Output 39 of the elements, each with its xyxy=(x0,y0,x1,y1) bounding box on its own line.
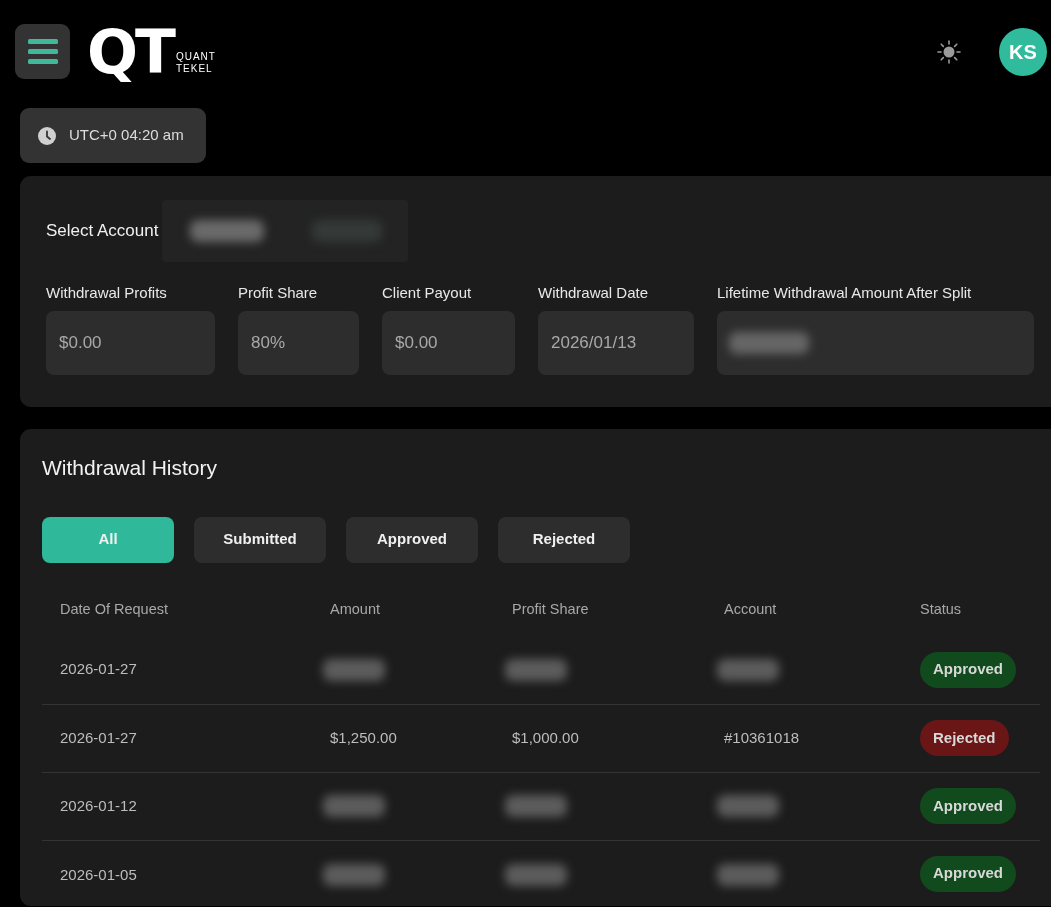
status-badge: Approved xyxy=(920,855,1016,892)
table-cell: 2026-01-05 xyxy=(42,839,312,898)
column-header: Status xyxy=(919,600,963,620)
column-header: Amount xyxy=(329,600,381,620)
filter-tab[interactable]: Submitted xyxy=(194,516,326,563)
input-field[interactable]: $0.00 xyxy=(46,310,215,375)
filter-tab[interactable]: Approved xyxy=(346,516,478,563)
logo-mark: QT xyxy=(87,19,173,84)
input-field[interactable]: 80% xyxy=(238,310,359,375)
field-label: Profit Share xyxy=(238,283,319,303)
clock-icon xyxy=(38,126,56,145)
field-label: Lifetime Withdrawal Amount After Split xyxy=(717,283,973,303)
clock-text: UTC+0 04:20 am xyxy=(69,125,184,146)
logo-subtitle: QUANT TEKEL xyxy=(175,51,216,75)
table-cell: $1,250.00 xyxy=(312,703,494,772)
table-cell: #10361018 xyxy=(706,703,902,772)
status-badge: Rejected xyxy=(920,720,1009,756)
field-label: Withdrawal Profits xyxy=(46,283,168,303)
table-cell: 2026-01-27 xyxy=(42,703,312,772)
account-select-field[interactable] xyxy=(162,200,409,262)
filter-tab[interactable]: Rejected xyxy=(498,516,630,563)
menu-button[interactable] xyxy=(15,24,70,79)
table-cell: 2026-01-12 xyxy=(42,771,312,840)
table-cell-text: 2026-01-27 xyxy=(59,659,138,680)
column-header: Profit Share xyxy=(511,600,590,620)
input-field[interactable]: $0.00 xyxy=(382,310,515,375)
sun-icon[interactable] xyxy=(937,39,961,64)
column-header: Date Of Request xyxy=(59,600,169,620)
field-label: Client Payout xyxy=(382,283,473,303)
input-field[interactable] xyxy=(717,310,1034,375)
section-title: Withdrawal History xyxy=(42,454,219,481)
column-header: Account xyxy=(723,600,778,620)
menu-icon xyxy=(27,39,58,64)
status-badge: Approved xyxy=(920,651,1016,688)
field-label: Withdrawal Date xyxy=(538,283,650,303)
input-field[interactable]: 2026/01/13 xyxy=(538,310,694,375)
select-account-label: Select Account xyxy=(46,220,159,243)
status-badge: Approved xyxy=(920,788,1016,824)
table-cell: $1,000.00 xyxy=(494,703,706,772)
